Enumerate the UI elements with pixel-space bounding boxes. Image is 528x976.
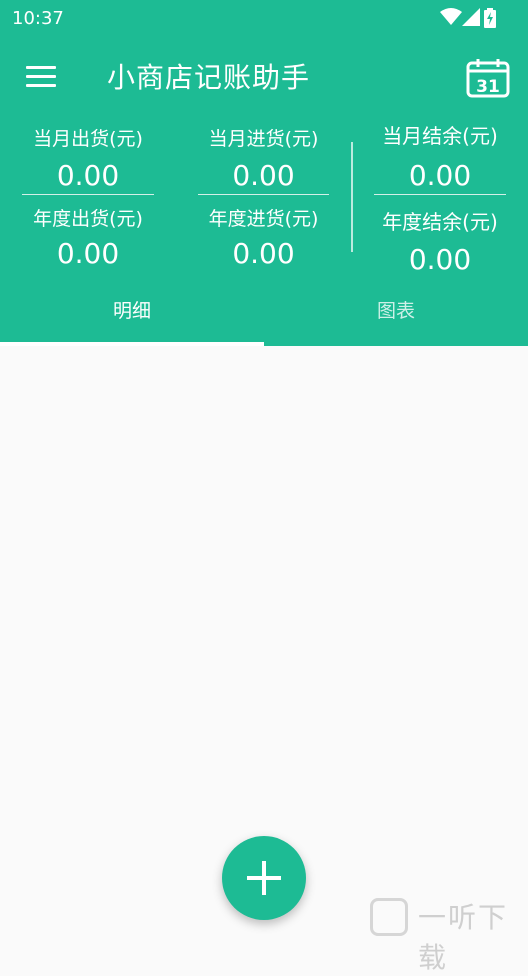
year-out-block: 年度出货(元) 0.00 (22, 204, 154, 270)
year-balance-label: 年度结余(元) (382, 210, 498, 234)
app-header: 10:37 小商店记账助手 31 当月出货(元) 0.00 年度出货(元) 0.… (0, 0, 528, 346)
status-time: 10:37 (12, 8, 64, 29)
month-balance-block: 当月结余(元) 0.00 (374, 120, 506, 195)
year-out-label: 年度出货(元) (33, 208, 143, 230)
tab-detail[interactable]: 明细 (0, 290, 264, 346)
tab-chart[interactable]: 图表 (264, 290, 528, 346)
vertical-divider (351, 142, 353, 252)
month-out-label: 当月出货(元) (33, 128, 143, 150)
year-out-value: 0.00 (56, 237, 120, 270)
calendar-icon[interactable]: 31 (466, 58, 510, 98)
divider (374, 194, 506, 195)
add-record-button[interactable] (222, 836, 306, 920)
month-in-value: 0.00 (232, 159, 295, 192)
toolbar: 小商店记账助手 31 (0, 48, 528, 106)
year-in-block: 年度进货(元) 0.00 (198, 204, 329, 270)
year-balance-value: 0.00 (408, 243, 472, 276)
year-in-value: 0.00 (232, 237, 295, 270)
watermark: 一听下载 (364, 892, 528, 974)
wifi-icon (440, 8, 462, 25)
watermark-logo-icon (370, 898, 408, 936)
status-bar: 10:37 (0, 0, 528, 36)
month-balance-value: 0.00 (408, 159, 472, 192)
month-in-block: 当月进货(元) 0.00 (198, 124, 329, 195)
menu-icon[interactable] (26, 66, 56, 88)
calendar-day: 31 (476, 77, 500, 97)
year-balance-block: 年度结余(元) 0.00 (374, 206, 506, 276)
battery-charging-icon (484, 8, 496, 28)
tab-bar: 明细 图表 (0, 290, 528, 346)
year-in-label: 年度进货(元) (208, 208, 319, 230)
watermark-text: 一听下载 (418, 901, 509, 974)
divider (198, 194, 329, 195)
month-out-block: 当月出货(元) 0.00 (22, 124, 154, 195)
summary-panel: 当月出货(元) 0.00 年度出货(元) 0.00 当月进货(元) 0.00 年… (0, 112, 528, 282)
plus-icon-vertical (262, 861, 266, 895)
month-out-value: 0.00 (56, 159, 120, 192)
signal-icon (462, 8, 480, 26)
divider (22, 194, 154, 195)
month-balance-label: 当月结余(元) (382, 124, 498, 148)
app-title: 小商店记账助手 (107, 61, 311, 94)
month-in-label: 当月进货(元) (208, 128, 319, 150)
